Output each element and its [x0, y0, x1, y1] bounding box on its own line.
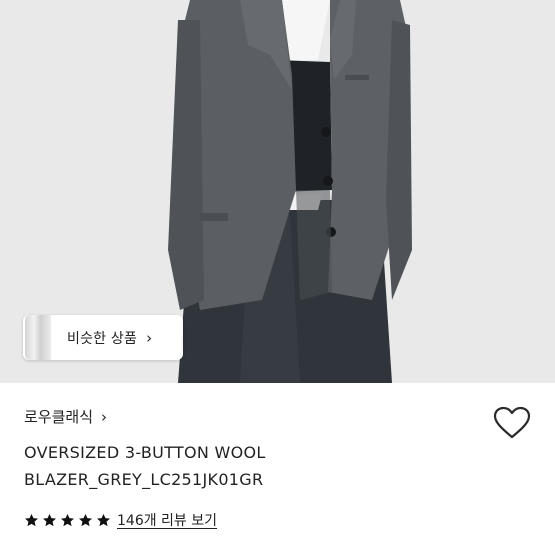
product-title: OVERSIZED 3-BUTTON WOOL BLAZER_GREY_LC25… [24, 439, 494, 493]
product-title-line-2: BLAZER_GREY_LC251JK01GR [24, 470, 264, 489]
star-filled-icon [25, 513, 38, 526]
review-link[interactable]: 146개 리뷰 보기 [117, 510, 217, 530]
star-filled-icon [79, 513, 92, 526]
brand-link[interactable]: 로우클래식 › [24, 406, 107, 427]
rating-stars [24, 513, 111, 528]
star-filled-icon [43, 513, 56, 526]
heart-outline-icon [493, 406, 531, 439]
similar-products-thumbnail [25, 315, 51, 360]
chevron-right-icon: › [101, 407, 108, 426]
brand-name: 로우클래식 [24, 408, 94, 426]
product-image[interactable]: 비슷한 상품 › [0, 0, 555, 383]
rating-row: 146개 리뷰 보기 [24, 510, 217, 530]
similar-products-button[interactable]: 비슷한 상품 › [23, 315, 183, 360]
star-filled-icon [61, 513, 74, 526]
chevron-right-icon: › [146, 328, 153, 347]
star-filled-icon [97, 513, 110, 526]
product-title-line-1: OVERSIZED 3-BUTTON WOOL [24, 443, 266, 462]
wishlist-heart-button[interactable] [493, 406, 531, 440]
similar-products-label: 비슷한 상품 [67, 330, 138, 347]
product-info: 로우클래식 › OVERSIZED 3-BUTTON WOOL BLAZER_G… [0, 383, 555, 555]
